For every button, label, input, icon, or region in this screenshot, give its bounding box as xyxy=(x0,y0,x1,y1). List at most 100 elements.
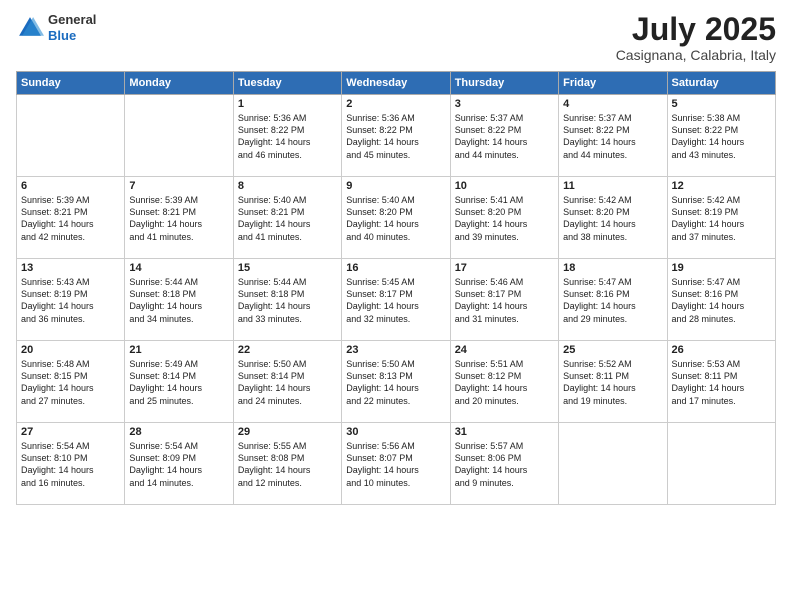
cell-info: Sunrise: 5:40 AMSunset: 8:21 PMDaylight:… xyxy=(238,194,337,243)
calendar-cell: 24Sunrise: 5:51 AMSunset: 8:12 PMDayligh… xyxy=(450,341,558,423)
cell-info: Sunrise: 5:53 AMSunset: 8:11 PMDaylight:… xyxy=(672,358,771,407)
header-cell-sunday: Sunday xyxy=(17,72,125,95)
day-number: 17 xyxy=(455,262,554,274)
header-cell-monday: Monday xyxy=(125,72,233,95)
logo-general: General xyxy=(48,12,96,27)
calendar-cell: 7 Sunrise: 5:39 AMSunset: 8:21 PMDaylight… xyxy=(125,177,233,259)
day-number: 14 xyxy=(129,262,228,274)
day-number: 26 xyxy=(672,344,771,356)
cell-info: Sunrise: 5:37 AMSunset: 8:22 PMDaylight:… xyxy=(455,112,554,161)
cell-info: Sunrise: 5:40 AMSunset: 8:20 PMDaylight:… xyxy=(346,194,445,243)
day-number: 22 xyxy=(238,344,337,356)
calendar-cell: 1 Sunrise: 5:36 AMSunset: 8:22 PMDaylight… xyxy=(233,95,341,177)
day-number: 30 xyxy=(346,426,445,438)
cell-info: Sunrise: 5:51 AMSunset: 8:12 PMDaylight:… xyxy=(455,358,554,407)
cell-info: Sunrise: 5:38 AMSunset: 8:22 PMDaylight:… xyxy=(672,112,771,161)
day-number: 19 xyxy=(672,262,771,274)
title-block: July 2025 Casignana, Calabria, Italy xyxy=(616,12,776,63)
cell-info: Sunrise: 5:55 AMSunset: 8:08 PMDaylight:… xyxy=(238,440,337,489)
calendar-cell: 4 Sunrise: 5:37 AMSunset: 8:22 PMDaylight… xyxy=(559,95,667,177)
cell-info: Sunrise: 5:36 AMSunset: 8:22 PMDaylight:… xyxy=(346,112,445,161)
page: General Blue July 2025 Casignana, Calabr… xyxy=(0,0,792,612)
week-row-3: 20 Sunrise: 5:48 AMSunset: 8:15 PMDayligh… xyxy=(17,341,776,423)
calendar-cell: 16Sunrise: 5:45 AMSunset: 8:17 PMDayligh… xyxy=(342,259,450,341)
day-number: 8 xyxy=(238,180,337,192)
header-row: SundayMondayTuesdayWednesdayThursdayFrid… xyxy=(17,72,776,95)
calendar-cell: 21Sunrise: 5:49 AMSunset: 8:14 PMDayligh… xyxy=(125,341,233,423)
calendar-cell: 10 Sunrise: 5:41 AMSunset: 8:20 PMDayligh… xyxy=(450,177,558,259)
day-number: 11 xyxy=(563,180,662,192)
calendar-cell: 15 Sunrise: 5:44 AMSunset: 8:18 PMDayligh… xyxy=(233,259,341,341)
day-number: 25 xyxy=(563,344,662,356)
calendar-cell xyxy=(125,95,233,177)
day-number: 29 xyxy=(238,426,337,438)
cell-info: Sunrise: 5:54 AMSunset: 8:09 PMDaylight:… xyxy=(129,440,228,489)
calendar-cell: 3 Sunrise: 5:37 AMSunset: 8:22 PMDaylight… xyxy=(450,95,558,177)
calendar-cell: 17 Sunrise: 5:46 AMSunset: 8:17 PMDayligh… xyxy=(450,259,558,341)
calendar-cell: 6 Sunrise: 5:39 AMSunset: 8:21 PMDaylight… xyxy=(17,177,125,259)
cell-info: Sunrise: 5:50 AMSunset: 8:13 PMDaylight:… xyxy=(346,358,445,407)
header-cell-friday: Friday xyxy=(559,72,667,95)
logo-blue: Blue xyxy=(48,28,76,43)
day-number: 5 xyxy=(672,98,771,110)
cell-info: Sunrise: 5:48 AMSunset: 8:15 PMDaylight:… xyxy=(21,358,120,407)
calendar-cell: 12Sunrise: 5:42 AMSunset: 8:19 PMDayligh… xyxy=(667,177,775,259)
calendar-cell: 29 Sunrise: 5:55 AMSunset: 8:08 PMDayligh… xyxy=(233,423,341,505)
cell-info: Sunrise: 5:47 AMSunset: 8:16 PMDaylight:… xyxy=(672,276,771,325)
cell-info: Sunrise: 5:56 AMSunset: 8:07 PMDaylight:… xyxy=(346,440,445,489)
cell-info: Sunrise: 5:39 AMSunset: 8:21 PMDaylight:… xyxy=(21,194,120,243)
day-number: 31 xyxy=(455,426,554,438)
calendar-cell: 27Sunrise: 5:54 AMSunset: 8:10 PMDayligh… xyxy=(17,423,125,505)
cell-info: Sunrise: 5:36 AMSunset: 8:22 PMDaylight:… xyxy=(238,112,337,161)
day-number: 16 xyxy=(346,262,445,274)
header-cell-wednesday: Wednesday xyxy=(342,72,450,95)
calendar-cell: 14 Sunrise: 5:44 AMSunset: 8:18 PMDayligh… xyxy=(125,259,233,341)
calendar-cell: 31 Sunrise: 5:57 AMSunset: 8:06 PMDayligh… xyxy=(450,423,558,505)
header-cell-saturday: Saturday xyxy=(667,72,775,95)
calendar-cell: 28 Sunrise: 5:54 AMSunset: 8:09 PMDayligh… xyxy=(125,423,233,505)
day-number: 1 xyxy=(238,98,337,110)
calendar-cell: 25Sunrise: 5:52 AMSunset: 8:11 PMDayligh… xyxy=(559,341,667,423)
header-cell-thursday: Thursday xyxy=(450,72,558,95)
day-number: 15 xyxy=(238,262,337,274)
day-number: 10 xyxy=(455,180,554,192)
calendar-cell: 5 Sunrise: 5:38 AMSunset: 8:22 PMDaylight… xyxy=(667,95,775,177)
cell-info: Sunrise: 5:57 AMSunset: 8:06 PMDaylight:… xyxy=(455,440,554,489)
cell-info: Sunrise: 5:41 AMSunset: 8:20 PMDaylight:… xyxy=(455,194,554,243)
day-number: 21 xyxy=(129,344,228,356)
week-row-1: 6 Sunrise: 5:39 AMSunset: 8:21 PMDaylight… xyxy=(17,177,776,259)
day-number: 3 xyxy=(455,98,554,110)
logo-text: General Blue xyxy=(48,12,96,43)
day-number: 13 xyxy=(21,262,120,274)
calendar-cell: 23 Sunrise: 5:50 AMSunset: 8:13 PMDayligh… xyxy=(342,341,450,423)
calendar-cell: 11Sunrise: 5:42 AMSunset: 8:20 PMDayligh… xyxy=(559,177,667,259)
calendar-cell xyxy=(667,423,775,505)
calendar-cell: 19 Sunrise: 5:47 AMSunset: 8:16 PMDayligh… xyxy=(667,259,775,341)
cell-info: Sunrise: 5:44 AMSunset: 8:18 PMDaylight:… xyxy=(238,276,337,325)
cell-info: Sunrise: 5:43 AMSunset: 8:19 PMDaylight:… xyxy=(21,276,120,325)
week-row-0: 1 Sunrise: 5:36 AMSunset: 8:22 PMDaylight… xyxy=(17,95,776,177)
calendar-cell: 20 Sunrise: 5:48 AMSunset: 8:15 PMDayligh… xyxy=(17,341,125,423)
day-number: 23 xyxy=(346,344,445,356)
week-row-4: 27Sunrise: 5:54 AMSunset: 8:10 PMDayligh… xyxy=(17,423,776,505)
header: General Blue July 2025 Casignana, Calabr… xyxy=(16,12,776,63)
day-number: 4 xyxy=(563,98,662,110)
cell-info: Sunrise: 5:46 AMSunset: 8:17 PMDaylight:… xyxy=(455,276,554,325)
calendar-cell: 2Sunrise: 5:36 AMSunset: 8:22 PMDaylight… xyxy=(342,95,450,177)
logo: General Blue xyxy=(16,12,96,43)
cell-info: Sunrise: 5:37 AMSunset: 8:22 PMDaylight:… xyxy=(563,112,662,161)
cell-info: Sunrise: 5:39 AMSunset: 8:21 PMDaylight:… xyxy=(129,194,228,243)
calendar-cell: 22Sunrise: 5:50 AMSunset: 8:14 PMDayligh… xyxy=(233,341,341,423)
logo-icon xyxy=(16,14,44,42)
day-number: 28 xyxy=(129,426,228,438)
calendar-cell xyxy=(17,95,125,177)
cell-info: Sunrise: 5:44 AMSunset: 8:18 PMDaylight:… xyxy=(129,276,228,325)
day-number: 6 xyxy=(21,180,120,192)
day-number: 7 xyxy=(129,180,228,192)
cell-info: Sunrise: 5:54 AMSunset: 8:10 PMDaylight:… xyxy=(21,440,120,489)
header-cell-tuesday: Tuesday xyxy=(233,72,341,95)
day-number: 20 xyxy=(21,344,120,356)
calendar-cell: 26 Sunrise: 5:53 AMSunset: 8:11 PMDayligh… xyxy=(667,341,775,423)
day-number: 9 xyxy=(346,180,445,192)
cell-info: Sunrise: 5:42 AMSunset: 8:19 PMDaylight:… xyxy=(672,194,771,243)
